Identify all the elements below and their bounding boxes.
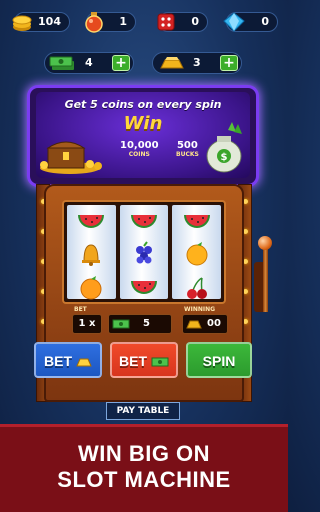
bet-max-label: BET bbox=[44, 353, 73, 369]
reels-window bbox=[62, 200, 226, 304]
grapes-icon bbox=[136, 241, 152, 264]
lever-knob[interactable] bbox=[258, 236, 272, 250]
gems-counter[interactable]: 0 bbox=[223, 12, 278, 32]
coin-icon bbox=[12, 15, 32, 31]
add-gold-button[interactable]: + bbox=[220, 55, 238, 71]
dice-icon bbox=[157, 13, 175, 31]
cherries-icon bbox=[186, 277, 207, 299]
bucks-prize: 500 BUCKS bbox=[176, 140, 199, 158]
bet-info-row: BET WINNING 1 x 5 00 bbox=[72, 306, 232, 336]
gold-bar-icon bbox=[186, 320, 202, 329]
winning-label: WINNING bbox=[184, 306, 216, 313]
add-cash-button[interactable]: + bbox=[112, 55, 130, 71]
lever-rod[interactable] bbox=[263, 248, 268, 312]
treasure-chest-icon bbox=[40, 141, 102, 174]
orange-icon bbox=[186, 242, 208, 266]
gold-bar-icon bbox=[160, 57, 184, 69]
bet-max-button[interactable]: BET bbox=[34, 342, 102, 378]
bet-multiplier-value: 1 x bbox=[78, 318, 96, 329]
cash-stack-icon bbox=[49, 56, 74, 70]
spin-button[interactable]: SPIN bbox=[186, 342, 252, 378]
cash-value: 4 bbox=[85, 56, 93, 69]
watermelon-icon bbox=[183, 215, 210, 228]
pay-table-button[interactable]: PAY TABLE bbox=[106, 402, 180, 420]
coins-prize-value: 10,000 bbox=[120, 140, 159, 151]
cash-icon bbox=[112, 319, 130, 329]
svg-text:$: $ bbox=[221, 152, 228, 163]
bucks-prize-label: BUCKS bbox=[176, 151, 199, 158]
bet-amount: 5 bbox=[108, 314, 172, 334]
dice-value: 0 bbox=[191, 15, 199, 28]
coins-prize: 10,000 COINS bbox=[120, 140, 159, 158]
bet-multiplier: 1 x bbox=[72, 314, 102, 334]
reel-1 bbox=[67, 205, 116, 300]
tagline-line-1: WIN BIG ON bbox=[77, 441, 211, 466]
cash-counter[interactable]: 4 + bbox=[44, 52, 134, 74]
reel-3 bbox=[172, 205, 222, 299]
bet-cash-label: BET bbox=[119, 353, 148, 369]
promo-footer: WIN BIG ON SLOT MACHINE bbox=[0, 424, 288, 512]
watermelon-icon bbox=[131, 281, 157, 294]
top-bar: 104 1 0 0 bbox=[0, 10, 288, 34]
money-bag-icon: $ bbox=[206, 122, 242, 173]
potion-value: 1 bbox=[119, 15, 127, 28]
gold-counter[interactable]: 3 + bbox=[152, 52, 242, 74]
bet-amount-value: 5 bbox=[143, 318, 150, 329]
gold-value: 3 bbox=[193, 56, 201, 69]
coins-value: 104 bbox=[38, 15, 61, 28]
tagline-line-2: SLOT MACHINE bbox=[57, 467, 231, 492]
bell-icon bbox=[82, 244, 101, 266]
cash-icon bbox=[151, 357, 169, 367]
dice-counter[interactable]: 0 bbox=[157, 12, 208, 32]
gold-bar-icon bbox=[76, 358, 92, 367]
coins-counter[interactable]: 104 bbox=[12, 12, 70, 32]
bucks-prize-value: 500 bbox=[176, 140, 198, 151]
orange-icon bbox=[80, 276, 102, 300]
potion-counter[interactable]: 1 bbox=[85, 12, 136, 33]
watermelon-icon bbox=[131, 215, 157, 228]
winning-amount-value: 00 bbox=[207, 318, 221, 329]
banner-headline: Get 5 coins on every spin bbox=[64, 98, 222, 111]
gems-value: 0 bbox=[261, 15, 269, 28]
coins-prize-label: COINS bbox=[128, 151, 150, 158]
promo-banner[interactable]: Get 5 coins on every spin Win 10,000 COI… bbox=[36, 92, 250, 178]
bet-label: BET bbox=[74, 306, 87, 313]
winning-amount: 00 bbox=[182, 314, 228, 334]
gem-icon bbox=[223, 12, 245, 32]
watermelon-icon bbox=[78, 215, 105, 228]
potion-icon bbox=[85, 12, 103, 33]
bet-cash-button[interactable]: BET bbox=[110, 342, 178, 378]
reel-2 bbox=[119, 205, 169, 299]
